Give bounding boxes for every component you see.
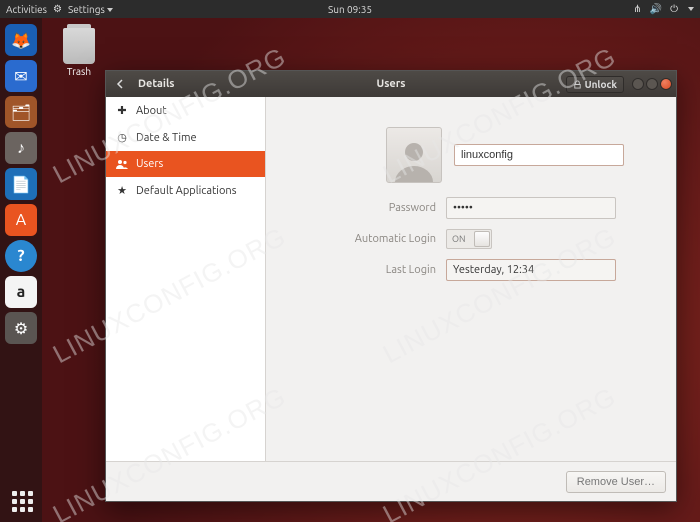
- password-label: Password: [326, 202, 446, 214]
- back-button[interactable]: [106, 79, 134, 89]
- plus-icon: ✚: [116, 104, 128, 117]
- lock-icon: [573, 80, 582, 89]
- clock[interactable]: Sun 09:35: [328, 4, 372, 15]
- settings-sidebar: ✚ About ◷ Date & Time Users ★ Default Ap…: [106, 97, 266, 461]
- sidebar-item-label: About: [136, 105, 167, 117]
- sidebar-item-default-applications[interactable]: ★ Default Applications: [106, 177, 265, 204]
- remove-user-button[interactable]: Remove User…: [566, 471, 666, 493]
- dock-item-files[interactable]: 🗂: [5, 96, 37, 128]
- window-title: Users: [377, 78, 406, 90]
- user-details-panel: Password ••••• Automatic Login ON Last L…: [266, 97, 676, 461]
- dock-item-thunderbird[interactable]: ✉: [5, 60, 37, 92]
- close-button[interactable]: [660, 78, 672, 90]
- sidebar-item-date-time[interactable]: ◷ Date & Time: [106, 124, 265, 151]
- maximize-button[interactable]: [646, 78, 658, 90]
- users-icon: [116, 159, 128, 169]
- sidebar-item-label: Date & Time: [136, 132, 197, 144]
- top-panel: Activities ⚙ Settings Sun 09:35 ⋔ 🔊 ⏻: [0, 0, 700, 18]
- dock-item-settings[interactable]: ⚙: [5, 312, 37, 344]
- username-field[interactable]: [454, 144, 624, 166]
- automatic-login-label: Automatic Login: [326, 233, 446, 245]
- trash-label: Trash: [54, 66, 104, 77]
- dock-item-rhythmbox[interactable]: ♪: [5, 132, 37, 164]
- dock-item-software[interactable]: A: [5, 204, 37, 236]
- sidebar-item-label: Default Applications: [136, 185, 236, 197]
- system-menu-chevron-icon[interactable]: [688, 7, 694, 11]
- window-footer: Remove User…: [106, 461, 676, 501]
- last-login-label: Last Login: [326, 264, 446, 276]
- dock-item-help[interactable]: ?: [5, 240, 37, 272]
- network-icon[interactable]: ⋔: [633, 3, 641, 15]
- launcher-dock: 🦊 ✉ 🗂 ♪ 📄 A? a ⚙: [0, 18, 42, 522]
- unlock-button[interactable]: Unlock: [566, 76, 624, 93]
- volume-icon[interactable]: 🔊: [650, 3, 662, 15]
- clock-icon: ◷: [116, 131, 128, 144]
- desktop-trash[interactable]: Trash: [54, 28, 104, 77]
- sidebar-item-about[interactable]: ✚ About: [106, 97, 265, 124]
- titlebar-section: Details: [134, 78, 266, 90]
- power-icon[interactable]: ⏻: [670, 3, 678, 15]
- activities-button[interactable]: Activities: [6, 4, 47, 15]
- show-applications-button[interactable]: [12, 491, 33, 512]
- user-avatar[interactable]: [386, 127, 442, 183]
- sidebar-item-users[interactable]: Users: [106, 151, 265, 177]
- dock-item-firefox[interactable]: 🦊: [5, 24, 37, 56]
- sidebar-item-label: Users: [136, 158, 163, 170]
- star-icon: ★: [116, 184, 128, 197]
- trash-icon: [63, 28, 95, 64]
- password-field[interactable]: •••••: [446, 197, 616, 219]
- settings-app-icon: ⚙: [53, 3, 62, 15]
- dock-item-amazon[interactable]: a: [5, 276, 37, 308]
- last-login-field[interactable]: Yesterday, 12:34: [446, 259, 616, 281]
- window-titlebar: Details Users Unlock: [106, 71, 676, 97]
- automatic-login-toggle[interactable]: ON: [446, 229, 492, 249]
- dock-item-writer[interactable]: 📄: [5, 168, 37, 200]
- minimize-button[interactable]: [632, 78, 644, 90]
- settings-window: Details Users Unlock ✚ About ◷ Date & Ti…: [105, 70, 677, 502]
- app-menu[interactable]: Settings: [68, 4, 113, 15]
